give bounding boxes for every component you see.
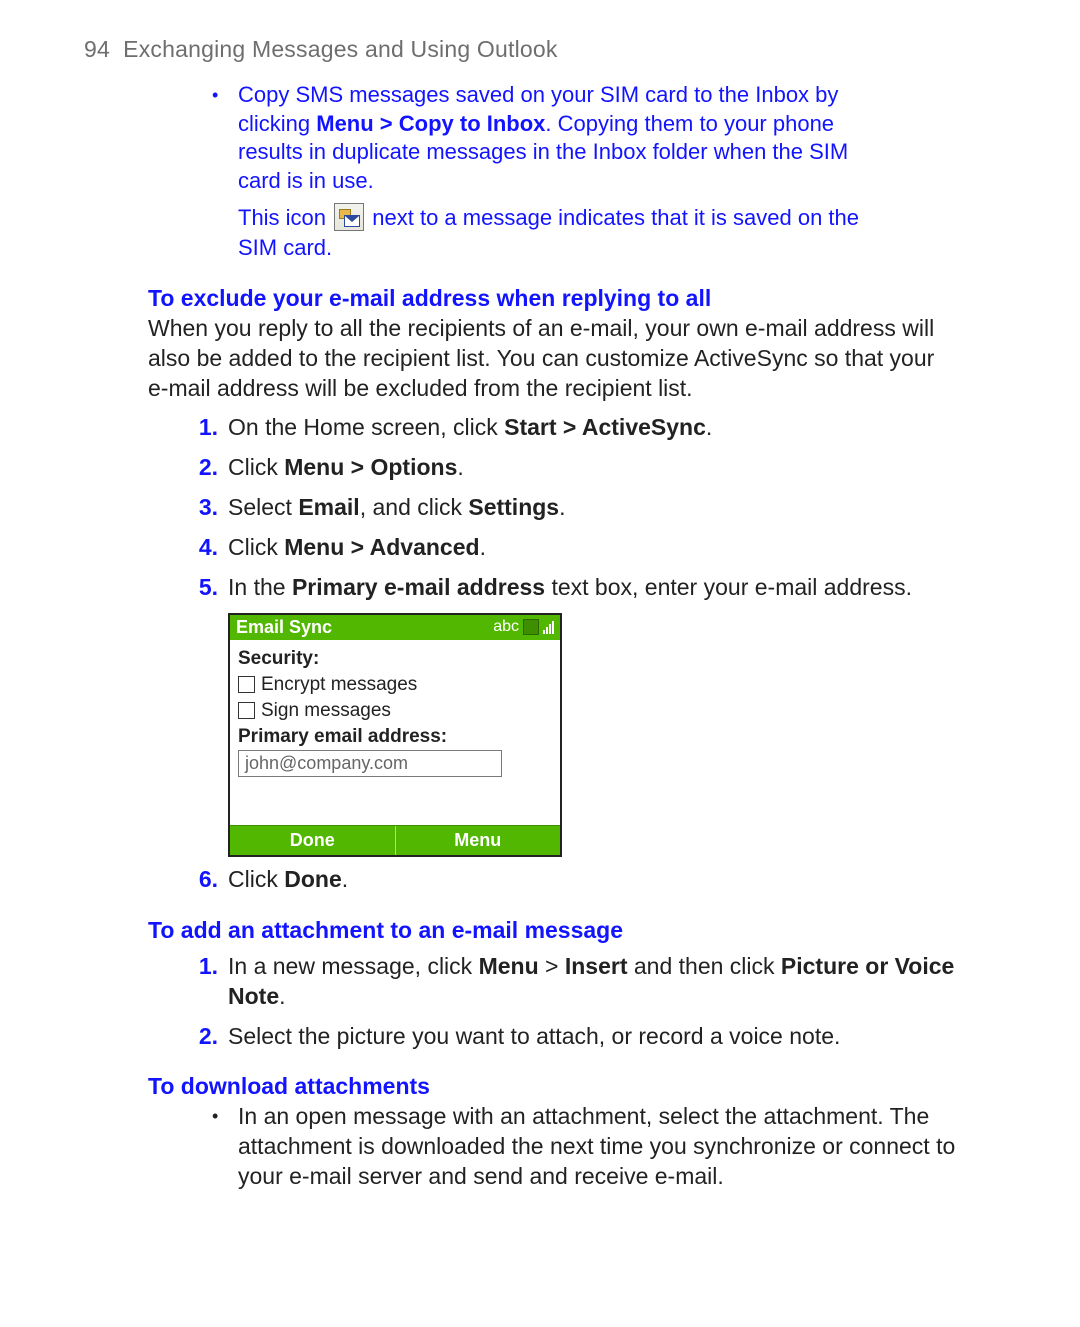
section1-steps: 1. On the Home screen, click Start > Act… — [188, 413, 956, 602]
step-num: 2. — [188, 1022, 228, 1052]
primary-email-input[interactable]: john@company.com — [238, 750, 502, 777]
s2-step-1: 1. In a new message, click Menu > Insert… — [188, 952, 956, 1012]
step-body: In the Primary e-mail address text box, … — [228, 573, 956, 603]
step-4: 4. Click Menu > Advanced. — [188, 533, 956, 563]
intro-bullet-block: • Copy SMS messages saved on your SIM ca… — [212, 81, 876, 263]
sign-row: Sign messages — [238, 700, 552, 722]
s2-step-2: 2. Select the picture you want to attach… — [188, 1022, 956, 1052]
icon-note-before: This icon — [238, 205, 332, 230]
step-body: Click Done. — [228, 865, 956, 895]
softkey-menu[interactable]: Menu — [396, 826, 561, 855]
primary-email-label: Primary email address: — [238, 726, 552, 748]
section-heading-attach: To add an attachment to an e-mail messag… — [148, 917, 996, 944]
security-label: Security: — [238, 648, 552, 670]
step-num: 1. — [188, 413, 228, 443]
step-num: 1. — [188, 952, 228, 982]
section-heading-exclude: To exclude your e-mail address when repl… — [148, 285, 996, 312]
document-page: 94 Exchanging Messages and Using Outlook… — [0, 0, 1080, 1327]
step-5: 5. In the Primary e-mail address text bo… — [188, 573, 956, 603]
network-icon — [523, 619, 539, 635]
phone-input-mode: abc — [493, 618, 519, 636]
step-body: On the Home screen, click Start > Active… — [228, 413, 956, 443]
step-body: Click Menu > Advanced. — [228, 533, 956, 563]
softkey-done[interactable]: Done — [230, 826, 396, 855]
s3-bullet-row: • In an open message with an attachment,… — [212, 1102, 956, 1192]
step-num: 5. — [188, 573, 228, 603]
step-body: Select Email, and click Settings. — [228, 493, 956, 523]
step-num: 6. — [188, 865, 228, 895]
step-6: 6. Click Done. — [188, 865, 956, 895]
step-body: In a new message, click Menu > Insert an… — [228, 952, 956, 1012]
step-3: 3. Select Email, and click Settings. — [188, 493, 956, 523]
encrypt-row: Encrypt messages — [238, 674, 552, 696]
sign-checkbox[interactable] — [238, 702, 255, 719]
s3-bullet-text: In an open message with an attachment, s… — [238, 1102, 956, 1192]
step-1: 1. On the Home screen, click Start > Act… — [188, 413, 956, 443]
signal-icon — [543, 620, 554, 634]
intro-bullet-row: • Copy SMS messages saved on your SIM ca… — [212, 81, 876, 195]
chapter-title: Exchanging Messages and Using Outlook — [123, 36, 557, 62]
step-num: 3. — [188, 493, 228, 523]
bullet-dot-icon: • — [212, 1102, 238, 1131]
running-head: 94 Exchanging Messages and Using Outlook — [84, 36, 996, 63]
step-2: 2. Click Menu > Options. — [188, 453, 956, 483]
section3-bullets: • In an open message with an attachment,… — [212, 1102, 956, 1192]
phone-softkeys: Done Menu — [230, 825, 560, 855]
sign-label: Sign messages — [261, 700, 391, 722]
bullet-dot-icon: • — [212, 81, 238, 110]
page-number: 94 — [84, 36, 110, 62]
section-heading-download: To download attachments — [148, 1073, 996, 1100]
encrypt-label: Encrypt messages — [261, 674, 417, 696]
phone-blank-area — [238, 789, 552, 819]
step-num: 2. — [188, 453, 228, 483]
section1-steps-cont: 6. Click Done. — [188, 865, 956, 895]
step-num: 4. — [188, 533, 228, 563]
icon-note-line: This icon next to a message indicates th… — [212, 203, 876, 262]
phone-body: Security: Encrypt messages Sign messages… — [230, 640, 560, 825]
phone-status-icons: abc — [493, 618, 554, 636]
phone-screenshot: Email Sync abc Security: Encrypt message… — [228, 613, 562, 857]
phone-title: Email Sync — [236, 617, 332, 638]
section1-para: When you reply to all the recipients of … — [148, 314, 956, 404]
step-body: Select the picture you want to attach, o… — [228, 1022, 956, 1052]
intro-bullet-bold: Menu > Copy to Inbox — [316, 111, 545, 136]
encrypt-checkbox[interactable] — [238, 676, 255, 693]
phone-titlebar: Email Sync abc — [230, 615, 560, 640]
step-body: Click Menu > Options. — [228, 453, 956, 483]
section2-steps: 1. In a new message, click Menu > Insert… — [188, 952, 956, 1052]
intro-bullet-text: Copy SMS messages saved on your SIM card… — [238, 81, 876, 195]
sim-card-icon — [334, 203, 364, 231]
